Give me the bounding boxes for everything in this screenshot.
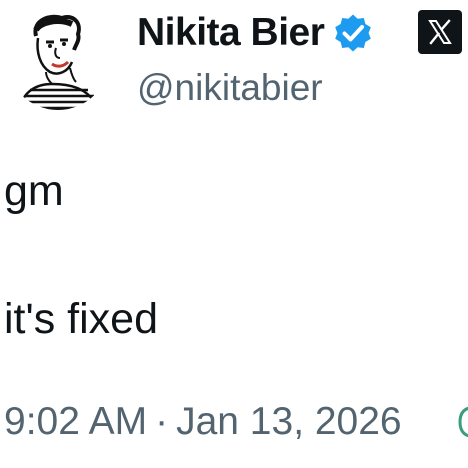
display-name[interactable]: Nikita Bier bbox=[137, 8, 325, 58]
author-handle[interactable]: @nikitabier bbox=[137, 66, 323, 110]
x-logo-icon[interactable] bbox=[418, 10, 462, 54]
partial-edge-icon bbox=[458, 400, 468, 444]
tweet-text-line-2: it's fixed bbox=[4, 295, 158, 343]
tweet-date: Jan 13, 2026 bbox=[176, 400, 402, 443]
author-row: Nikita Bier bbox=[137, 8, 373, 58]
verified-badge-icon[interactable] bbox=[333, 13, 373, 53]
tweet-time: 9:02 AM bbox=[4, 400, 148, 443]
tweet-timestamp[interactable]: 9:02 AM · Jan 13, 2026 bbox=[4, 398, 402, 446]
avatar-sketch bbox=[18, 14, 100, 110]
timestamp-separator: · bbox=[155, 400, 169, 443]
avatar[interactable] bbox=[6, 6, 110, 110]
tweet-text-line-1: gm bbox=[4, 167, 64, 215]
